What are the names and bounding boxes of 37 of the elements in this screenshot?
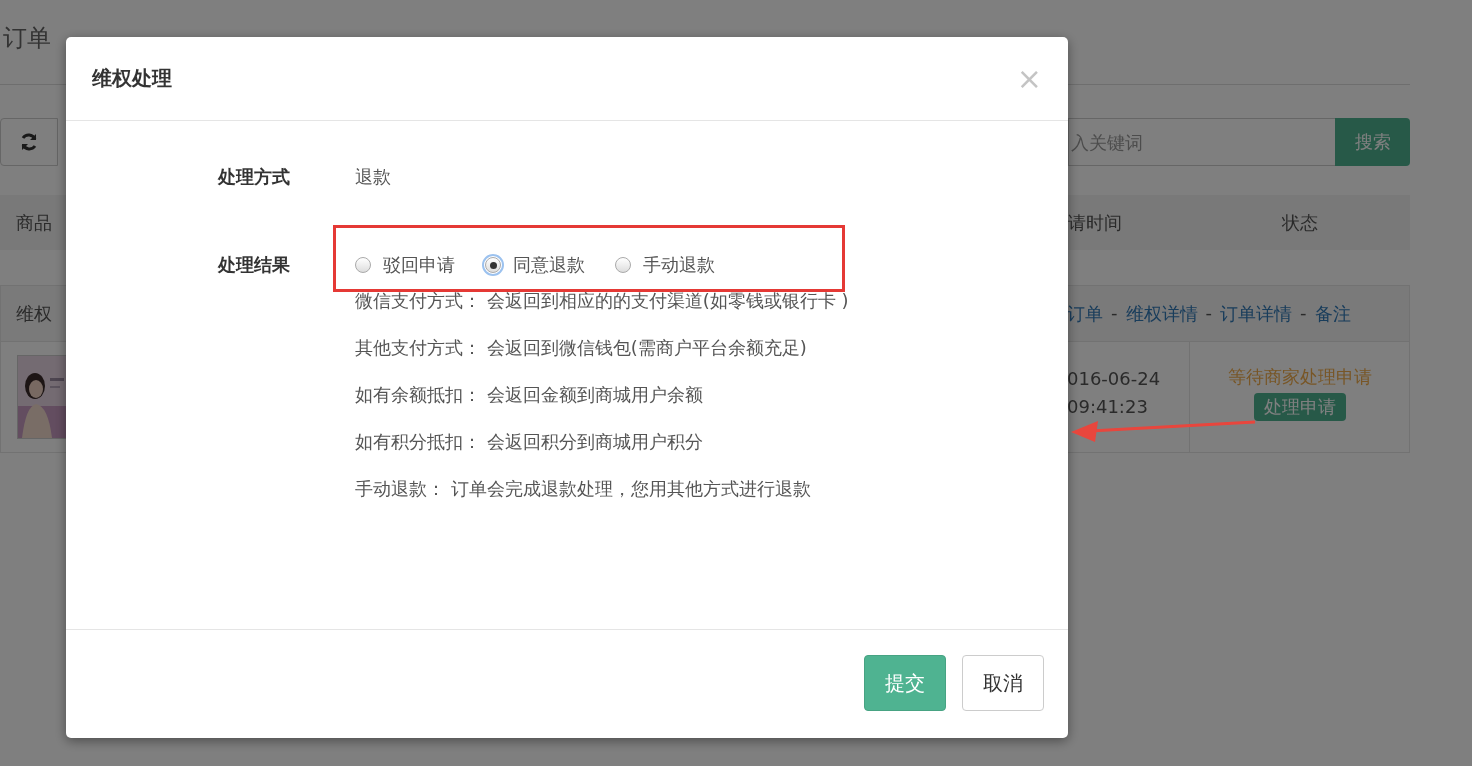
option-label[interactable]: 驳回申请 [383,253,455,277]
link[interactable]: 备注 [1314,301,1351,326]
refresh-icon [19,132,39,152]
search-button[interactable]: 搜索 [1335,118,1410,166]
note-text: 如有余额抵扣： 会返回金额到商城用户余额 [355,383,704,407]
field-label: 处理方式 [218,165,291,189]
option-label[interactable]: 同意退款 [513,253,585,277]
refresh-button[interactable] [0,118,58,166]
column-header: 状态 [1281,210,1319,235]
page-title: 订单 [2,23,51,54]
status-text: 等待商家处理申请 [1227,365,1372,389]
dialog-title: 维权处理 [92,65,172,92]
radio-button[interactable] [485,257,501,273]
close-button[interactable]: × [1016,63,1042,94]
radio-button[interactable] [355,257,371,273]
submit-button[interactable]: 提交 [864,655,946,711]
link[interactable]: 订单 [1067,301,1103,326]
link[interactable]: 维权详情 [1125,301,1198,326]
group-label: 维权 [15,301,52,326]
column-header: 商品 [15,210,52,235]
note-text: 其他支付方式： 会返回到微信钱包(需商户平台余额充足) [355,336,808,360]
time-text: 09:41:23 [1067,395,1149,419]
note-text: 手动退款： 订单会完成退款处理，您用其他方式进行退款 [355,477,812,501]
separator: - [1300,301,1307,325]
field-label: 处理结果 [218,253,291,277]
option-label[interactable]: 手动退款 [643,253,715,277]
note-text: 微信支付方式： 会返回到相应的的支付渠道(如零钱或银行卡 ) [355,289,850,313]
separator: - [1111,301,1118,325]
link[interactable]: 订单详情 [1220,301,1292,326]
field-value: 退款 [355,165,391,189]
process-button[interactable]: 处理申请 [1253,393,1346,421]
separator: - [1205,301,1212,325]
date-text: 016-06-24 [1067,367,1162,391]
radio-button[interactable] [615,257,631,273]
column-header: 请时间 [1068,210,1123,235]
cancel-button[interactable]: 取消 [962,655,1044,711]
note-text: 如有积分抵扣： 会返回积分到商城用户积分 [355,430,704,454]
